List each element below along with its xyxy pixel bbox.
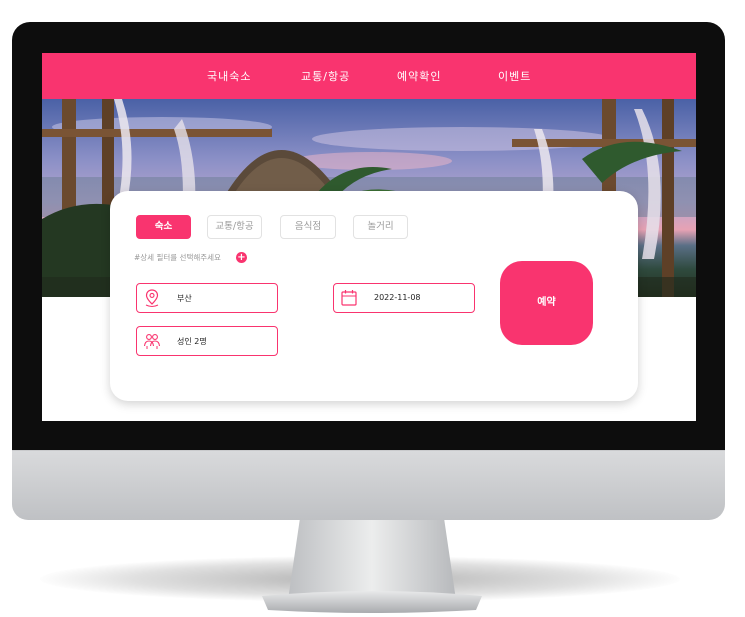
- nav-item-domestic-stays[interactable]: 국내숙소: [207, 68, 251, 84]
- filter-hint: #상세 필터를 선택해주세요: [134, 253, 221, 262]
- location-pin-icon: [145, 289, 159, 307]
- guests-field[interactable]: 성인 2명: [136, 326, 278, 356]
- people-icon: [143, 334, 161, 349]
- date-field[interactable]: 2022-11-08: [333, 283, 475, 313]
- calendar-icon: [341, 290, 357, 306]
- nav-item-reservation-check[interactable]: 예약확인: [397, 68, 441, 84]
- location-field[interactable]: 부산: [136, 283, 278, 313]
- guests-value: 성인 2명: [177, 337, 207, 346]
- nav-item-events[interactable]: 이벤트: [498, 68, 531, 84]
- nav-item-transport[interactable]: 교통/항공: [301, 68, 350, 84]
- top-navigation: 국내숙소 교통/항공 예약확인 이벤트: [42, 53, 696, 99]
- date-value: 2022-11-08: [374, 293, 421, 302]
- monitor-chin: [12, 450, 725, 520]
- tab-restaurants[interactable]: 음식점: [280, 215, 336, 239]
- tab-activities[interactable]: 놀거리: [353, 215, 408, 239]
- search-card: 숙소 교통/항공 음식점 놀거리 #상세 필터를 선택해주세요 + 부산 202…: [110, 191, 638, 401]
- monitor-mockup: 국내숙소 교통/항공 예약확인 이벤트 숙소 교통/항공 음식점 놀거리 #상세…: [0, 0, 745, 617]
- website-screen: 국내숙소 교통/항공 예약확인 이벤트 숙소 교통/항공 음식점 놀거리 #상세…: [42, 53, 696, 421]
- book-button[interactable]: 예약: [500, 261, 593, 345]
- tab-transport[interactable]: 교통/항공: [207, 215, 262, 239]
- location-value: 부산: [177, 294, 192, 303]
- tab-stays[interactable]: 숙소: [136, 215, 191, 239]
- plus-icon[interactable]: +: [236, 252, 247, 263]
